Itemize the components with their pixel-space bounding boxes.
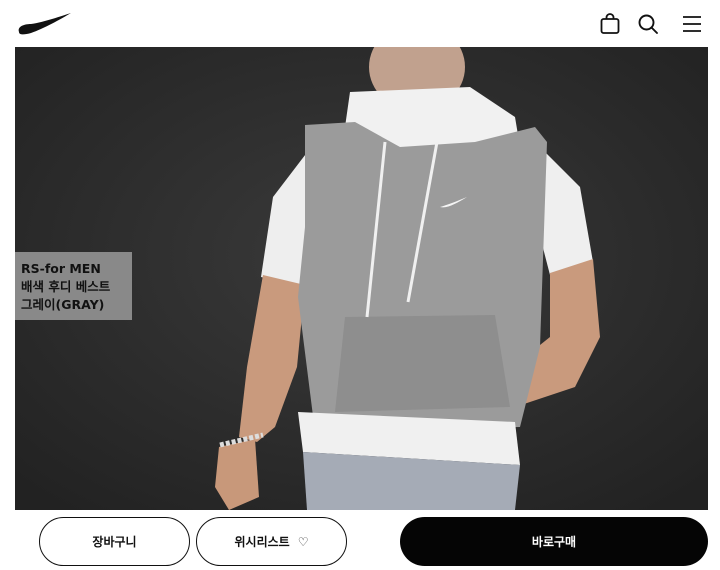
buy-button-label: 바로구매: [531, 535, 577, 549]
wishlist-button[interactable]: 위시리스트 ♡: [196, 517, 347, 566]
wishlist-button-label: 위시리스트: [234, 535, 290, 549]
add-to-cart-button[interactable]: 장바구니: [39, 517, 190, 566]
heart-icon: ♡: [297, 534, 309, 549]
swoosh-logo[interactable]: [17, 12, 73, 36]
overlay-line-brand: RS-for MEN: [21, 261, 101, 276]
bag-icon[interactable]: [598, 12, 622, 36]
menu-icon[interactable]: [680, 12, 704, 36]
cart-button-label: 장바구니: [92, 535, 137, 549]
buy-now-button[interactable]: 바로구매: [400, 517, 708, 566]
top-header: [0, 0, 720, 48]
overlay-line-color: 그레이(GRAY): [21, 297, 105, 312]
search-icon[interactable]: [636, 12, 660, 36]
overlay-line-name: 배색 후디 베스트: [21, 279, 111, 294]
product-title-overlay: RS-for MEN 배색 후디 베스트 그레이(GRAY): [15, 252, 132, 320]
